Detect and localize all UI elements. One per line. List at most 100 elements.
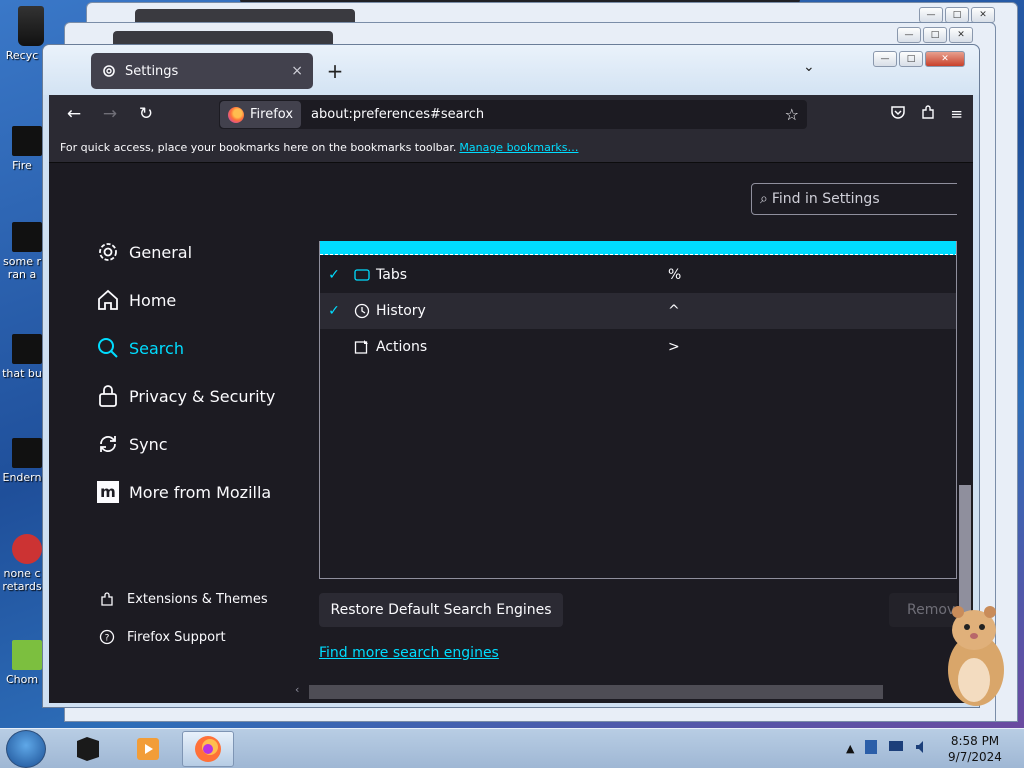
menu-icon[interactable]: ≡ (950, 105, 963, 123)
list-item[interactable]: ✓ Tabs % (320, 257, 956, 293)
help-icon: ? (97, 629, 117, 645)
firefox-icon (195, 736, 221, 762)
browser-content: ← → ↻ Firefox about:preferences#search ☆ (49, 95, 973, 703)
category-label: General (129, 242, 193, 262)
new-tab-button[interactable]: + (325, 59, 345, 83)
terminal-icon (77, 737, 99, 761)
file-icon (12, 222, 42, 252)
firefox-support-link[interactable]: ? Firefox Support (97, 629, 226, 645)
volume-tray-icon[interactable] (914, 739, 930, 758)
start-button[interactable] (6, 730, 46, 768)
firefox-logo-icon (228, 106, 244, 123)
check-icon[interactable]: ✓ (320, 303, 348, 319)
category-search[interactable]: Search (95, 335, 184, 361)
desktop-icon-label: Recyc (5, 49, 39, 62)
close-tab-button[interactable]: × (291, 63, 303, 79)
desktop-icon-1[interactable]: Fire (0, 126, 44, 172)
close-button[interactable]: ✕ (925, 51, 965, 67)
scroll-left-arrow-icon[interactable]: ‹ (295, 683, 299, 696)
minimize-button[interactable]: — (873, 51, 897, 67)
extensions-icon[interactable] (920, 104, 936, 124)
desktop-icon-label: Fire (12, 159, 32, 172)
search-shortcuts-list[interactable]: ✓ Tabs % ✓ History ^ Actions > (319, 241, 957, 579)
list-item[interactable]: Actions > (320, 329, 956, 365)
shortcut-keyword: > (668, 339, 680, 355)
tray-expand-icon[interactable]: ▲ (846, 742, 854, 755)
svg-text:m: m (100, 483, 116, 501)
gear-icon (95, 239, 121, 265)
display-tray-icon[interactable] (888, 740, 904, 757)
tab-icon (348, 268, 376, 282)
search-icon (95, 335, 121, 361)
maximize-button[interactable]: □ (899, 51, 923, 67)
extensions-themes-link[interactable]: Extensions & Themes (97, 591, 268, 607)
toolbar-right: ≡ (890, 95, 963, 133)
desktop-icon-2[interactable]: some r ran a (0, 222, 44, 281)
desktop-icon-4[interactable]: Endern (0, 438, 44, 484)
bookmarks-hint: For quick access, place your bookmarks h… (60, 141, 457, 154)
bookmark-star-icon[interactable]: ☆ (785, 105, 799, 124)
desktop-icon-5[interactable]: none c retards (0, 534, 44, 593)
search-icon: ⌕ (760, 191, 768, 207)
taskbar-app-media[interactable] (122, 731, 174, 767)
scrollbar-thumb[interactable] (309, 685, 883, 699)
clock-time: 8:58 PM (950, 734, 1000, 748)
desktop-icon-label: Chom (5, 673, 39, 686)
list-item[interactable]: ✓ History ^ (320, 293, 956, 329)
url-bar[interactable]: Firefox about:preferences#search ☆ (219, 100, 807, 129)
shortcut-keyword: ^ (668, 303, 680, 319)
minimize-button[interactable]: — (919, 7, 943, 23)
close-button[interactable]: ✕ (971, 7, 995, 23)
category-more-from-mozilla[interactable]: m More from Mozilla (95, 479, 271, 505)
desktop-icon-6[interactable]: Chom (0, 640, 44, 686)
file-icon (12, 534, 42, 564)
restore-default-search-engines-button[interactable]: Restore Default Search Engines (319, 593, 563, 627)
navigation-toolbar: ← → ↻ Firefox about:preferences#search ☆ (49, 95, 973, 133)
close-button[interactable]: ✕ (949, 27, 973, 43)
taskbar-app-firefox[interactable] (182, 731, 234, 767)
tab-settings[interactable]: Settings × (91, 53, 313, 89)
maximize-button[interactable]: □ (923, 27, 947, 43)
back-button[interactable]: ← (59, 99, 89, 129)
desktop-icon-label: some r ran a (3, 255, 41, 281)
check-icon[interactable]: ✓ (320, 267, 348, 283)
category-general[interactable]: General (95, 239, 192, 265)
desktop-icon-label: that bu (2, 367, 42, 380)
category-privacy[interactable]: Privacy & Security (95, 383, 275, 409)
system-tray: ▲ (846, 739, 930, 758)
desktop-icon-3[interactable]: that bu (0, 334, 44, 380)
tab-title: Settings (125, 63, 179, 79)
clock-icon (348, 303, 376, 319)
footer-link-label: Extensions & Themes (127, 591, 268, 607)
desktop-icon-label: Endern (2, 471, 42, 484)
forward-button[interactable]: → (95, 99, 125, 129)
reload-button[interactable]: ↻ (131, 99, 161, 129)
identity-box[interactable]: Firefox (220, 101, 302, 128)
svg-text:?: ? (105, 634, 110, 644)
taskbar-app-terminal[interactable] (62, 731, 114, 767)
find-more-search-engines-link[interactable]: Find more search engines (319, 645, 499, 661)
footer-link-label: Firefox Support (127, 629, 226, 645)
find-in-settings-input[interactable]: ⌕ Find in Settings (751, 183, 961, 215)
home-icon (95, 287, 121, 313)
maximize-button[interactable]: □ (945, 7, 969, 23)
shortcut-name: History (376, 303, 426, 319)
clock[interactable]: 8:58 PM 9/7/2024 (940, 733, 1010, 765)
minimize-button[interactable]: — (897, 27, 921, 43)
list-all-tabs-button[interactable]: ⌄ (803, 59, 815, 75)
taskbar: ▲ 8:58 PM 9/7/2024 (0, 728, 1024, 768)
network-tray-icon[interactable] (864, 739, 878, 758)
desktop-icon-label: none c retards (2, 567, 42, 593)
category-home[interactable]: Home (95, 287, 176, 313)
lock-icon (95, 383, 121, 409)
manage-bookmarks-link[interactable]: Manage bookmarks… (459, 141, 578, 154)
desktop-icon-recycle-bin[interactable]: Recyc (0, 6, 44, 62)
category-sync[interactable]: Sync (95, 431, 168, 457)
url-input[interactable]: about:preferences#search (311, 107, 785, 122)
file-icon (12, 334, 42, 364)
pocket-icon[interactable] (890, 104, 906, 124)
category-label: Privacy & Security (129, 386, 276, 406)
horizontal-scrollbar[interactable]: ‹ (295, 683, 957, 699)
desktop: Recyc Fire some r ran a that bu Endern n… (0, 0, 1024, 728)
shortcut-name: Tabs (376, 267, 407, 283)
